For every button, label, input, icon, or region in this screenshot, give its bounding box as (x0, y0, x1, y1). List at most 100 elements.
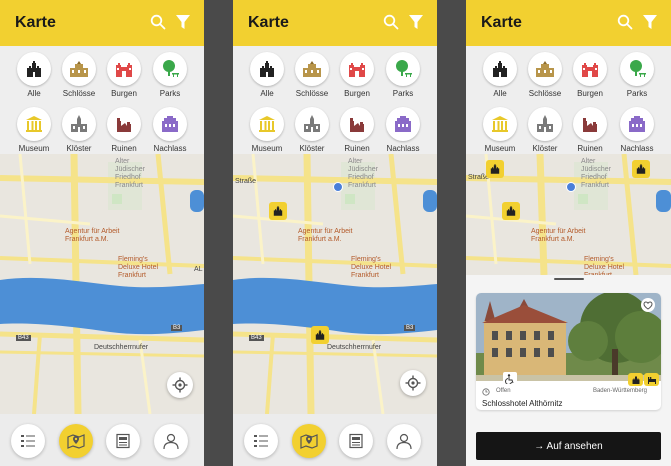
category-nachlass[interactable]: Nachlass (617, 107, 657, 153)
church-icon (304, 115, 320, 132)
category-label: Klöster (532, 144, 558, 153)
map-pin-castle[interactable] (486, 160, 504, 178)
category-label: Burgen (111, 89, 137, 98)
nav-map-button[interactable] (292, 424, 326, 458)
sheet-drag-handle[interactable] (554, 278, 584, 280)
category-label: Schlösse (62, 89, 96, 98)
category-all[interactable]: Alle (480, 52, 520, 98)
app-bar: Karte (233, 0, 437, 46)
nav-profile-button[interactable] (387, 424, 421, 458)
filter-icon[interactable] (176, 14, 190, 30)
category-ruinen[interactable]: Ruinen (337, 107, 377, 153)
category-museum[interactable]: Museum (247, 107, 287, 153)
map-pin-castle[interactable] (269, 202, 287, 220)
category-label: Nachlass (153, 144, 187, 153)
map-label-agentur: Agentur für Arbeit Frankfurt a.M. (65, 228, 120, 243)
category-kloester[interactable]: Klöster (59, 107, 99, 153)
museum-icon (259, 116, 275, 132)
category-parks[interactable]: Parks (617, 52, 657, 98)
tree-icon (163, 60, 179, 77)
map-label-agentur: Agentur für Arbeit Frankfurt a.M. (531, 228, 586, 243)
map-pin-castle[interactable] (311, 326, 329, 344)
category-schloesser[interactable]: Schlösse (292, 52, 332, 98)
map-label-cemetery: Alter Jüdischer Friedhof Frankfurt (348, 158, 378, 189)
category-parks[interactable]: Parks (383, 52, 423, 98)
castle-black-icon (273, 206, 283, 216)
category-schloesser[interactable]: Schlösse (59, 52, 99, 98)
map-view[interactable]: Straße Alter Jüdischer Friedhof Frankfur… (466, 154, 671, 275)
archive-icon (162, 116, 178, 132)
museum-icon (26, 116, 42, 132)
museum-icon (492, 116, 508, 132)
list-icon (21, 435, 35, 447)
locate-button[interactable] (400, 370, 426, 396)
map-label-al: AL (194, 266, 203, 273)
nav-profile-button[interactable] (154, 424, 188, 458)
category-label: Schlösse (295, 89, 329, 98)
category-all[interactable]: Alle (247, 52, 287, 98)
nav-map-button[interactable] (59, 424, 93, 458)
castle-black-icon (506, 206, 516, 216)
map-label-street: Straße (235, 178, 257, 185)
stage: Karte Alle Schlösse Burgen Parks Museum … (0, 0, 671, 466)
category-nachlass[interactable]: Nachlass (150, 107, 190, 153)
crosshair-icon (172, 377, 188, 393)
nav-list-button[interactable] (11, 424, 45, 458)
place-photo (476, 293, 661, 381)
bottom-nav (0, 414, 204, 466)
nav-news-button[interactable] (106, 424, 140, 458)
archive-icon (395, 116, 411, 132)
wheelchair-icon (505, 374, 514, 384)
view-place-button[interactable]: → Auf ansehen (476, 432, 661, 460)
palace-icon (70, 61, 88, 77)
category-label: Alle (260, 89, 274, 98)
category-label: Alle (493, 89, 507, 98)
category-burgen[interactable]: Burgen (104, 52, 144, 98)
filter-icon[interactable] (643, 14, 657, 30)
map-icon (300, 434, 318, 449)
app-bar: Karte (0, 0, 204, 46)
category-all[interactable]: Alle (14, 52, 54, 98)
detail-sheet: Offen Baden-Württemberg Schlosshotel Alt… (466, 275, 671, 466)
category-museum[interactable]: Museum (14, 107, 54, 153)
category-badge-hotel (644, 373, 659, 386)
search-icon[interactable] (383, 14, 399, 30)
archive-icon (629, 116, 645, 132)
category-burgen[interactable]: Burgen (570, 52, 610, 98)
category-museum[interactable]: Museum (480, 107, 520, 153)
filter-icon[interactable] (409, 14, 423, 30)
search-icon[interactable] (617, 14, 633, 30)
category-kloester[interactable]: Klöster (525, 107, 565, 153)
map-view[interactable]: Alter Jüdischer Friedhof Frankfurt Agent… (0, 154, 204, 414)
category-parks[interactable]: Parks (150, 52, 190, 98)
map-label-fleming: Fleming's Deluxe Hotel Frankfurt (118, 256, 159, 279)
category-nachlass[interactable]: Nachlass (383, 107, 423, 153)
nav-news-button[interactable] (339, 424, 373, 458)
palace-icon (303, 61, 321, 77)
nav-list-button[interactable] (244, 424, 278, 458)
category-label: Schlösse (528, 89, 562, 98)
map-pin-castle[interactable] (502, 202, 520, 220)
category-label: Parks (159, 89, 181, 98)
map-pin-castle[interactable] (632, 160, 650, 178)
search-icon[interactable] (150, 14, 166, 30)
locate-button[interactable] (167, 372, 193, 398)
map-label-agentur: Agentur für Arbeit Frankfurt a.M. (298, 228, 353, 243)
category-kloester[interactable]: Klöster (292, 107, 332, 153)
category-schloesser[interactable]: Schlösse (525, 52, 565, 98)
category-label: Nachlass (620, 144, 654, 153)
map-view[interactable]: Straße Alter Jüdischer Friedhof Frankfur… (233, 154, 437, 414)
category-label: Ruinen (111, 144, 137, 153)
user-location-dot (566, 182, 576, 192)
category-ruinen[interactable]: Ruinen (104, 107, 144, 153)
category-ruinen[interactable]: Ruinen (570, 107, 610, 153)
place-name: Schlosshotel Althörnitz (482, 399, 563, 408)
castle-black-icon (260, 61, 274, 77)
place-card[interactable]: Offen Baden-Württemberg Schlosshotel Alt… (476, 293, 661, 410)
map-label-cemetery: Alter Jüdischer Friedhof Frankfurt (115, 158, 145, 189)
castle-red-icon (349, 63, 365, 77)
palace-icon (536, 61, 554, 77)
list-icon (254, 435, 268, 447)
category-burgen[interactable]: Burgen (337, 52, 377, 98)
heart-icon[interactable] (641, 298, 655, 312)
